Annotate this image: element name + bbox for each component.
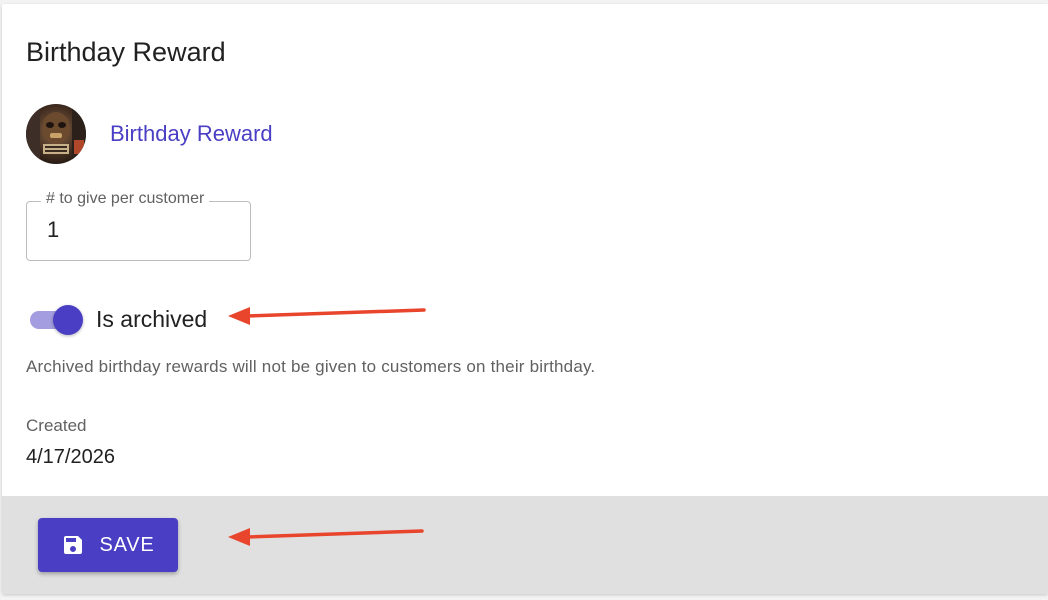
save-button-label: SAVE — [99, 533, 155, 556]
toggle-thumb — [53, 305, 83, 335]
card-footer: SAVE — [2, 496, 1048, 594]
save-button[interactable]: SAVE — [38, 518, 178, 572]
archive-toggle[interactable] — [26, 302, 84, 336]
floppy-disk-icon — [61, 533, 85, 557]
reward-name-link[interactable]: Birthday Reward — [110, 121, 273, 147]
card-title: Birthday Reward — [26, 37, 226, 67]
reward-image-icon — [26, 104, 86, 164]
quantity-field: # to give per customer — [26, 190, 251, 261]
reward-avatar — [26, 104, 86, 164]
quantity-input[interactable] — [47, 216, 237, 244]
archive-helper-text: Archived birthday rewards will not be gi… — [26, 357, 596, 376]
quantity-field-label: # to give per customer — [41, 190, 210, 208]
archive-switch-row: Is archived — [26, 302, 207, 336]
reward-row: Birthday Reward — [26, 102, 273, 166]
created-label: Created — [26, 416, 87, 435]
created-value: 4/17/2026 — [26, 446, 115, 468]
birthday-reward-card: Birthday Reward Birthday Reward # to giv… — [2, 4, 1048, 594]
archive-switch-label: Is archived — [96, 305, 208, 332]
